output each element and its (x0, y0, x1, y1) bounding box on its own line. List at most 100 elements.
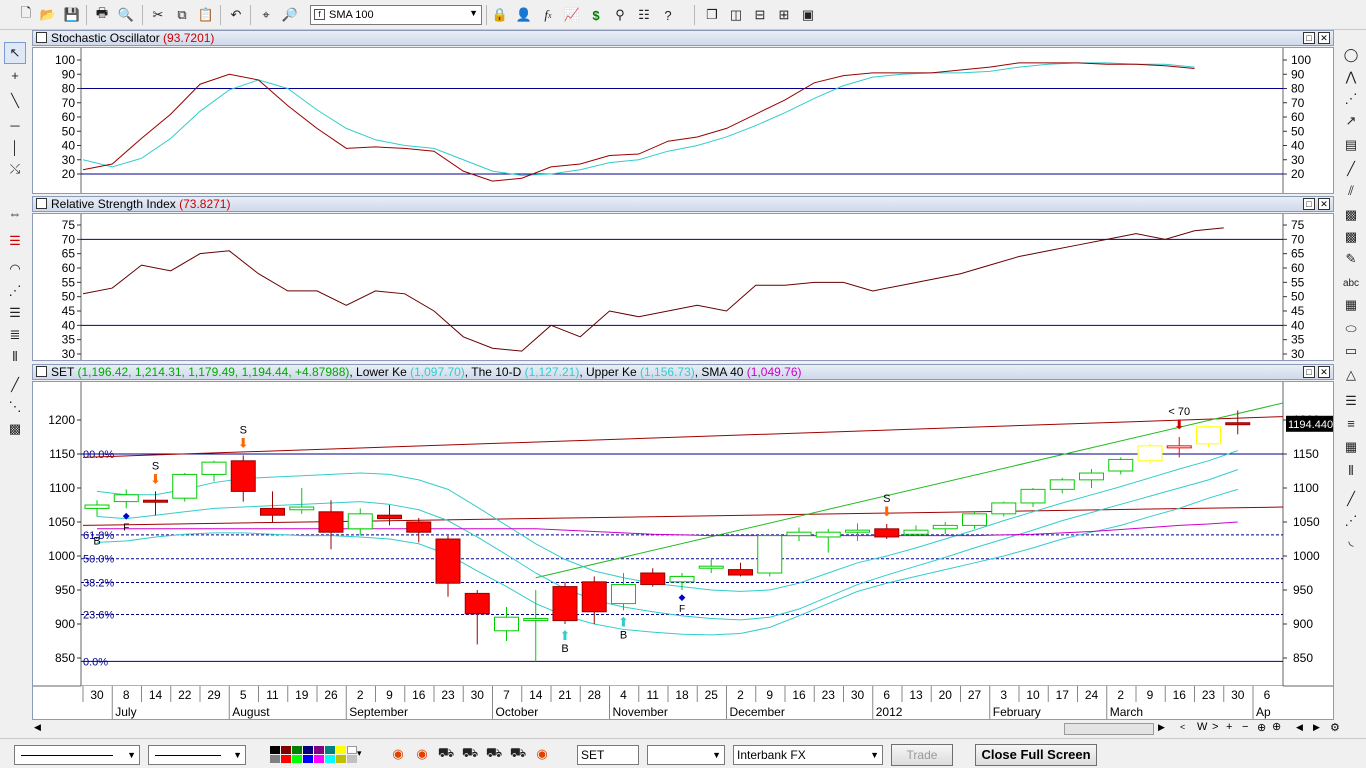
text-tool-icon[interactable]: abc (1340, 272, 1362, 294)
cut-icon[interactable]: ✂ (148, 5, 168, 25)
print-icon[interactable]: 🖶 (92, 5, 112, 25)
paste-icon[interactable]: 📋 (196, 5, 216, 25)
zoom-reset-icon[interactable]: ⊕ (1257, 721, 1266, 734)
chart-type-icon[interactable]: ⛟ (436, 744, 456, 764)
bars-icon[interactable]: ⦀ (1340, 460, 1362, 482)
stochastic-pane[interactable]: 100 100 90 90 80 80 70 70 60 60 50 50 40 40 30 30 20 20 (32, 47, 1334, 194)
print-preview-icon[interactable]: 🔍 (116, 5, 136, 25)
grid-pattern-icon[interactable]: ▩ (4, 418, 26, 440)
color-swatch[interactable] (347, 755, 357, 763)
nav-last-icon[interactable]: ▶ (1313, 722, 1320, 733)
color-swatch[interactable] (325, 746, 335, 754)
function-icon[interactable]: fx (538, 5, 558, 25)
close-pane-icon[interactable]: ✕ (1318, 32, 1330, 44)
line-style-select[interactable]: ▼ (14, 745, 140, 765)
tile-horizontal-icon[interactable]: ⊟ (750, 5, 770, 25)
copy-icon[interactable]: ⧉ (172, 5, 192, 25)
user-icon[interactable]: 👤 (514, 5, 534, 25)
zoom-in-icon[interactable]: + (1226, 721, 1232, 733)
close-full-screen-button[interactable]: Close Full Screen (975, 744, 1097, 766)
maximize-pane-icon[interactable]: □ (1303, 198, 1315, 210)
new-icon[interactable]: 🗋 (16, 5, 36, 25)
channel-icon[interactable]: ▤ (1340, 134, 1362, 156)
table-tool-icon[interactable]: ▦ (1340, 294, 1362, 316)
color-swatch[interactable] (314, 755, 324, 763)
browser-icon[interactable]: ◉ (412, 744, 432, 764)
undo-icon[interactable]: ↶ (226, 5, 246, 25)
color-swatch[interactable] (292, 746, 302, 754)
triangle-icon[interactable]: △ (1340, 364, 1362, 386)
horizontal-scrollbar-thumb[interactable] (1064, 723, 1154, 735)
speed-lines-icon[interactable]: ☰ (4, 230, 26, 252)
open-icon[interactable]: 📂 (38, 5, 58, 25)
binoculars-icon[interactable]: ⚲ (610, 5, 630, 25)
line-tool-icon[interactable]: ╲ (4, 90, 26, 112)
color-palette[interactable] (270, 746, 357, 764)
maximize-pane-icon[interactable]: □ (1303, 32, 1315, 44)
rectangle-icon[interactable]: ▭ (1340, 340, 1362, 362)
tile-icon[interactable]: ⊞ (774, 5, 794, 25)
zoom-out-icon[interactable]: − (1242, 721, 1248, 733)
close-pane-icon[interactable]: ✕ (1318, 198, 1330, 210)
line-width-select[interactable]: ▼ (148, 745, 246, 765)
lock-icon[interactable]: 🔒 (490, 5, 510, 25)
ray-icon[interactable]: ╱ (1340, 488, 1362, 510)
color-swatch[interactable] (336, 755, 346, 763)
speed-line-icon[interactable]: ⋰ (1340, 88, 1362, 110)
color-swatch[interactable] (347, 746, 357, 754)
arc-right-icon[interactable]: ◟ (1340, 530, 1362, 552)
fan-icon[interactable]: ⋰ (4, 280, 26, 302)
crosshair-tool-icon[interactable]: + (4, 64, 26, 86)
pointer-icon[interactable]: ↖ (4, 42, 26, 64)
cascade-icon[interactable]: ❐ (702, 5, 722, 25)
line-up-icon[interactable]: ╱ (1340, 158, 1362, 180)
scroll-up-icon[interactable]: ⋀ (1340, 66, 1362, 88)
color-swatch[interactable] (270, 746, 280, 754)
color-swatch[interactable] (281, 746, 291, 754)
close-pane-icon[interactable]: ✕ (1318, 366, 1330, 378)
maximize-pane-icon[interactable]: □ (1303, 366, 1315, 378)
color-swatch[interactable] (314, 746, 324, 754)
screenshot-icon[interactable]: ▣ (798, 5, 818, 25)
vertical-line-icon[interactable]: │ (4, 136, 26, 158)
next-period-icon[interactable]: > (1212, 721, 1218, 733)
save-icon[interactable]: 💾 (62, 5, 82, 25)
interval-select[interactable]: ▼ (647, 745, 725, 765)
arc-icon[interactable]: ◠ (4, 258, 26, 280)
properties-icon[interactable]: ☷ (634, 5, 654, 25)
scroll-icon[interactable]: ⇔ (4, 202, 26, 224)
symbol-input[interactable]: SET (577, 745, 639, 765)
price-pane[interactable]: 1200120011501150110011001050105010001000… (32, 381, 1334, 720)
chart-type-icon[interactable]: ⛟ (484, 744, 504, 764)
color-swatch[interactable] (303, 746, 313, 754)
indicator-select[interactable]: f SMA 100 ▼ (310, 5, 482, 25)
cross-line-icon[interactable]: ⤯ (4, 158, 26, 180)
arrow-tool-icon[interactable]: ↗ (1340, 110, 1362, 132)
price-header[interactable]: SET (1,196.42, 1,214.31, 1,179.49, 1,194… (32, 364, 1334, 380)
stochastic-header[interactable]: Stochastic Oscillator (93.7201) □ ✕ (32, 30, 1334, 46)
browser-icon[interactable]: ◉ (388, 744, 408, 764)
retracement-icon[interactable]: ≣ (4, 324, 26, 346)
ellipse-shape-icon[interactable]: ⬭ (1340, 318, 1362, 340)
ellipse-tool-icon[interactable]: ◯ (1340, 44, 1362, 66)
chart-icon[interactable]: 📈 (562, 5, 582, 25)
settings-icon[interactable]: ⚙ (1330, 721, 1340, 734)
fibonacci-icon[interactable]: ☰ (4, 302, 26, 324)
pencil-icon[interactable]: ✎ (1340, 248, 1362, 270)
color-swatch[interactable] (303, 755, 313, 763)
color-swatch[interactable] (281, 755, 291, 763)
cycle-lines-icon[interactable]: ⦀ (4, 346, 26, 368)
fan-right-icon[interactable]: ⋰ (1340, 510, 1362, 532)
crosshair-icon[interactable]: ⌖ (256, 5, 276, 25)
color-swatch[interactable] (270, 755, 280, 763)
gann-fan-icon[interactable]: ⋱ (4, 396, 26, 418)
parallel-lines-icon[interactable]: ⫽ (1340, 180, 1362, 202)
nav-first-icon[interactable]: ◀ (1296, 722, 1303, 733)
scroll-left-icon[interactable]: ◀ (34, 722, 41, 733)
trade-button[interactable]: Trade (891, 744, 953, 766)
chart-type-icon[interactable]: ⛟ (460, 744, 480, 764)
dollar-icon[interactable]: $ (586, 5, 606, 25)
chart-type-icon[interactable]: ⛟ (508, 744, 528, 764)
help-icon[interactable]: ? (658, 5, 678, 25)
zoom-icon[interactable]: 🔎 (280, 5, 300, 25)
